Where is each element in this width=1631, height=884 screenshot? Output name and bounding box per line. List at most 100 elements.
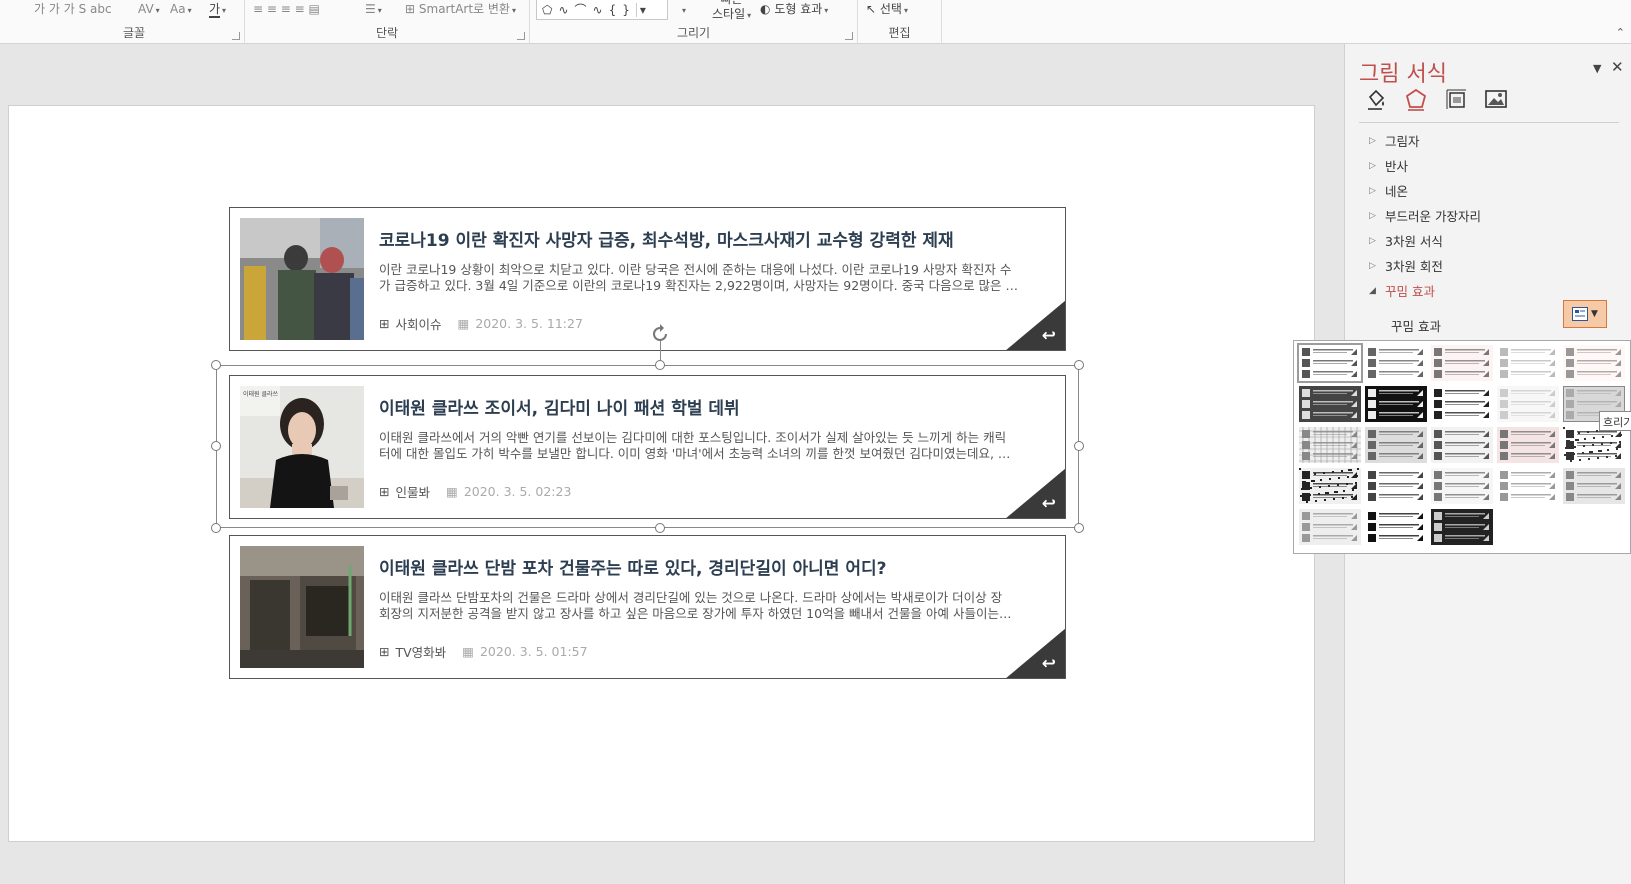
- card-meta: ⊞ 사회이슈 ▦ 2020. 3. 5. 11:27: [379, 314, 583, 333]
- artistic-effect-option[interactable]: [1365, 427, 1427, 463]
- quick-styles-button[interactable]: 빠른 스타일▾: [712, 0, 751, 23]
- card-title: 이태원 클라쓰 단밤 포차 건물주는 따로 있다, 경리단길이 아니면 어디?: [379, 559, 887, 579]
- artistic-effect-icon: [1572, 307, 1589, 321]
- dropdown-arrow-icon: ▼: [1591, 309, 1598, 319]
- pane-title: 그림 서식: [1359, 62, 1447, 87]
- artistic-effect-option[interactable]: [1431, 345, 1493, 381]
- drawing-dialog-launcher[interactable]: [845, 32, 853, 40]
- shape-effects-icon: ◐: [760, 2, 771, 16]
- ribbon-group-label: 단락: [375, 26, 399, 40]
- resize-handle[interactable]: [211, 360, 221, 370]
- artistic-effect-option[interactable]: [1431, 427, 1493, 463]
- change-case-button[interactable]: Aa ▾: [170, 0, 192, 20]
- smartart-icon: ⊞: [405, 2, 416, 16]
- expand-icon: ▷: [1369, 260, 1376, 271]
- artistic-effect-option[interactable]: [1297, 343, 1363, 383]
- resize-handle[interactable]: [1074, 441, 1084, 451]
- section-glow[interactable]: ▷ 네온: [1369, 181, 1408, 200]
- card-date: 2020. 3. 5. 01:57: [479, 644, 588, 659]
- artistic-effect-option[interactable]: [1299, 509, 1361, 545]
- resize-handle[interactable]: [1074, 360, 1084, 370]
- card-description: 이란 코로나19 상황이 최악으로 치닫고 있다. 이란 당국은 전시에 준하는…: [379, 262, 1019, 293]
- collapse-ribbon-icon[interactable]: ⌃: [1616, 26, 1625, 39]
- card-category: TV영화봐: [395, 645, 447, 660]
- font-dialog-launcher[interactable]: [232, 32, 240, 40]
- card-meta: ⊞ TV영화봐 ▦ 2020. 3. 5. 01:57: [379, 642, 588, 661]
- expand-icon: ▷: [1369, 210, 1376, 221]
- shape-icon: ⬠: [542, 2, 553, 17]
- smartart-convert-button[interactable]: ⊞ SmartArt로 변환 ▾: [405, 0, 516, 20]
- category-icon: ⊞: [379, 644, 390, 659]
- resize-handle[interactable]: [655, 523, 665, 533]
- select-button[interactable]: ↖ 선택 ▾: [866, 0, 908, 20]
- shape-effects-button[interactable]: ◐ 도형 효과 ▾: [760, 0, 828, 20]
- ribbon-group-editing: ↖ 선택 ▾ 편집: [858, 0, 942, 44]
- artistic-effect-option[interactable]: [1365, 345, 1427, 381]
- section-artistic-effects[interactable]: ◢ 꾸밈 효과: [1369, 281, 1435, 300]
- font-format-buttons[interactable]: 가 가 가 S abc: [34, 0, 112, 18]
- section-reflection[interactable]: ▷ 반사: [1369, 156, 1408, 175]
- fill-line-icon[interactable]: [1363, 86, 1389, 112]
- artistic-effect-option[interactable]: [1563, 345, 1625, 381]
- artistic-effects-gallery: [1293, 340, 1631, 554]
- corner-triangle: [1006, 300, 1065, 350]
- card-category: 사회이슈: [395, 317, 442, 332]
- cursor-icon: ↖: [866, 2, 877, 16]
- arrange-button[interactable]: ▾: [680, 0, 686, 20]
- section-3d-rotation[interactable]: ▷ 3차원 회전: [1369, 256, 1443, 275]
- expand-icon: ▷: [1369, 135, 1376, 146]
- selection-frame[interactable]: [216, 365, 1079, 528]
- ribbon-group-drawing: ⬠∿⌒∿{}▾ ▾ 빠른 스타일▾ ◐ 도형 효과▾ 그리기: [530, 0, 858, 44]
- size-properties-icon[interactable]: [1443, 86, 1469, 112]
- section-soft-edges[interactable]: ▷ 부드러운 가장자리: [1369, 206, 1481, 225]
- effect-tooltip: 흐리기: [1599, 411, 1631, 431]
- post-card[interactable]: 이태원 클라쓰 단밤 포차 건물주는 따로 있다, 경리단길이 아니면 어디? …: [229, 535, 1066, 679]
- artistic-effect-option[interactable]: [1299, 427, 1361, 463]
- artistic-effect-option[interactable]: [1431, 509, 1493, 545]
- pane-divider: [1359, 122, 1619, 123]
- ribbon: 가 가 가 S abc AV ▾ Aa ▾ 가 ▾ 글꼴 ≡ ≡ ≡ ≡ ▤ ☰ ▾ ⊞…: [0, 0, 1631, 44]
- expand-icon: ▷: [1369, 160, 1376, 171]
- card-thumbnail-image: [240, 218, 364, 340]
- section-shadow[interactable]: ▷ 그림자: [1369, 131, 1420, 150]
- artistic-effect-option[interactable]: [1299, 386, 1361, 422]
- card-date: 2020. 3. 5. 11:27: [475, 316, 583, 331]
- rotate-handle-icon[interactable]: [648, 322, 672, 346]
- artistic-effect-option[interactable]: [1563, 427, 1625, 463]
- card-description: 이태원 클라쓰 단밤포차의 건물은 드라마 상에서 경리단길에 있는 것으로 나…: [379, 590, 1012, 621]
- char-spacing-button[interactable]: AV ▾: [138, 0, 160, 20]
- effects-icon[interactable]: [1403, 86, 1429, 112]
- resize-handle[interactable]: [211, 523, 221, 533]
- resize-handle[interactable]: [655, 360, 665, 370]
- artistic-effect-option[interactable]: [1497, 386, 1559, 422]
- expand-icon: ▷: [1369, 185, 1376, 196]
- section-3d-format[interactable]: ▷ 3차원 서식: [1369, 231, 1443, 250]
- picture-icon[interactable]: [1483, 86, 1509, 112]
- artistic-effect-option[interactable]: [1431, 386, 1493, 422]
- artistic-effect-option[interactable]: [1497, 468, 1559, 504]
- artistic-effect-option[interactable]: [1431, 468, 1493, 504]
- artistic-effect-option[interactable]: [1365, 386, 1427, 422]
- ribbon-group-label: 그리기: [676, 26, 711, 40]
- align-buttons[interactable]: ≡ ≡ ≡ ≡ ▤: [253, 0, 320, 18]
- columns-button[interactable]: ☰ ▾: [365, 0, 382, 20]
- font-color-button[interactable]: 가 ▾: [209, 0, 226, 20]
- artistic-effect-option[interactable]: [1299, 468, 1361, 504]
- artistic-effect-option[interactable]: [1365, 468, 1427, 504]
- ribbon-group-label: 글꼴: [122, 26, 146, 40]
- pane-options-icon[interactable]: ▼: [1593, 62, 1601, 75]
- shapes-gallery[interactable]: ⬠ ∿ ⌒ ∿{} ▾: [536, 0, 668, 20]
- paragraph-dialog-launcher[interactable]: [517, 32, 525, 40]
- artistic-effect-option[interactable]: [1497, 427, 1559, 463]
- reply-arrow-icon: ↩: [1041, 654, 1056, 674]
- artistic-effect-label: 꾸밈 효과: [1391, 319, 1441, 334]
- resize-handle[interactable]: [1074, 523, 1084, 533]
- artistic-effect-option[interactable]: [1563, 468, 1625, 504]
- collapse-icon: ◢: [1369, 285, 1376, 296]
- close-icon[interactable]: ✕: [1611, 58, 1624, 76]
- artistic-effect-option[interactable]: [1497, 345, 1559, 381]
- artistic-effect-option[interactable]: [1365, 509, 1427, 545]
- resize-handle[interactable]: [211, 441, 221, 451]
- reply-arrow-icon: ↩: [1041, 326, 1056, 346]
- artistic-effect-dropdown[interactable]: ▼: [1563, 300, 1607, 328]
